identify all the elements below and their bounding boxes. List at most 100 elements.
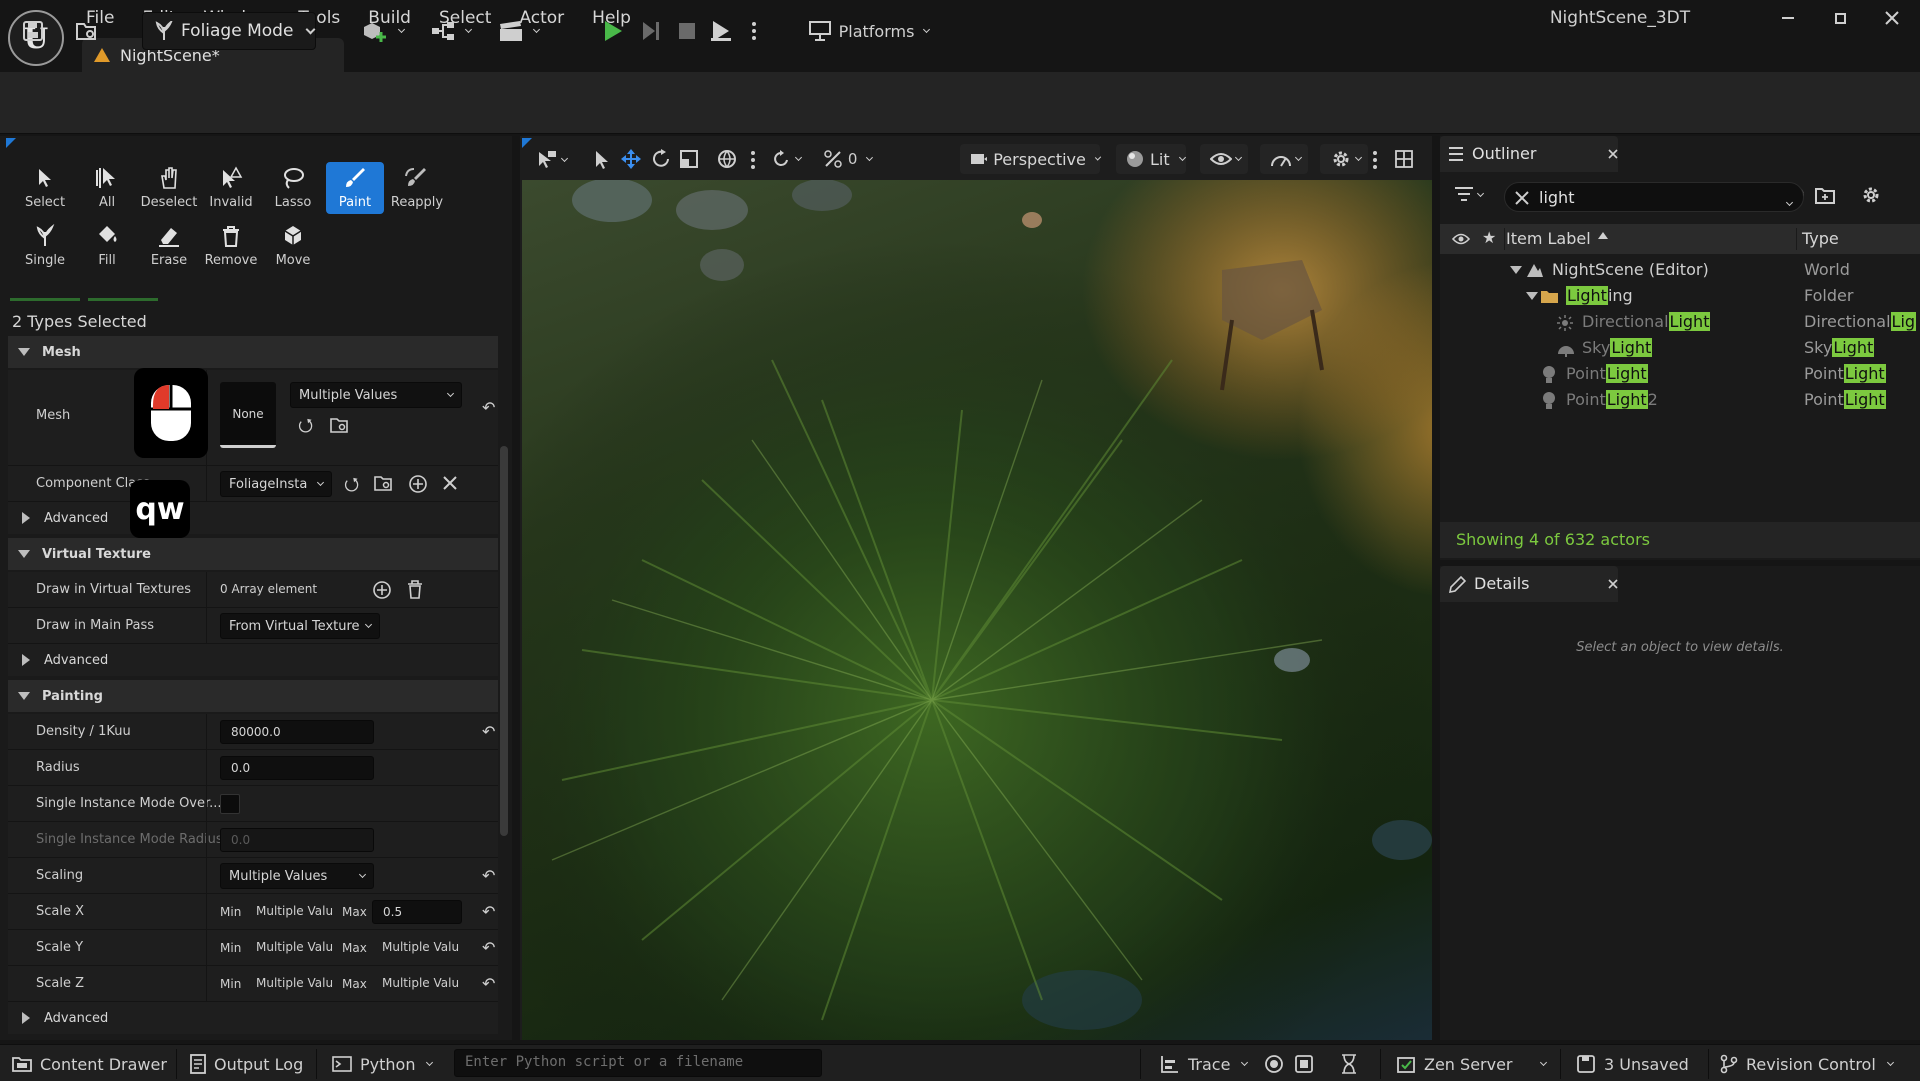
scale-mode-button[interactable] — [678, 148, 700, 170]
tree-row-sky-light[interactable]: SkyLight SkyLight — [1440, 336, 1920, 362]
section-virtual-texture[interactable]: Virtual Texture — [8, 538, 498, 570]
blueprints-button[interactable] — [426, 12, 474, 50]
section-vt-advanced[interactable]: Advanced — [8, 644, 498, 676]
stop-button[interactable] — [670, 12, 704, 50]
scale-z-min-value[interactable]: Multiple Valu — [256, 976, 333, 990]
minimize-button[interactable] — [1768, 4, 1808, 32]
zen-server-button[interactable]: Zen Server — [1396, 1051, 1547, 1077]
reset-arrow-icon[interactable]: ↶ — [482, 868, 498, 884]
tool-move[interactable]: Move — [264, 220, 322, 272]
pin-column-icon[interactable]: ★ — [1482, 228, 1496, 247]
tree-row-nightscene[interactable]: NightScene (Editor) World — [1440, 258, 1920, 284]
view-mode-lit-button[interactable]: Lit — [1116, 144, 1186, 174]
mesh-combo[interactable]: Multiple Values — [290, 382, 462, 408]
rotate-mode-button[interactable] — [650, 148, 672, 170]
tool-deselect[interactable]: Deselect — [140, 162, 198, 214]
live-coding-button[interactable] — [1264, 1051, 1284, 1077]
cinematics-button[interactable] — [494, 12, 542, 50]
restore-button[interactable] — [1820, 4, 1860, 32]
tool-select[interactable]: Select — [16, 162, 74, 214]
camera-speed-button[interactable]: 0 — [822, 148, 874, 170]
output-log-button[interactable]: Output Log — [190, 1051, 303, 1077]
tool-fill[interactable]: Fill — [78, 220, 136, 272]
section-painting-advanced[interactable]: Advanced — [8, 1002, 498, 1034]
unsaved-assets-button[interactable]: 3 Unsaved — [1576, 1051, 1689, 1077]
add-actor-button[interactable] — [358, 12, 406, 50]
viewport-settings-button[interactable] — [1320, 144, 1368, 174]
scale-x-min-value[interactable]: Multiple Valu — [256, 904, 333, 918]
collapse-arrow-icon[interactable] — [1510, 266, 1522, 274]
tool-remove[interactable]: Remove — [202, 220, 260, 272]
tool-single[interactable]: Single — [16, 220, 74, 272]
component-class-combo[interactable]: FoliageInsta — [220, 471, 332, 497]
platforms-button[interactable]: Platforms — [800, 12, 936, 50]
more-options-button[interactable] — [750, 150, 756, 170]
browse-class-button[interactable] — [374, 474, 394, 492]
step-button[interactable] — [634, 12, 668, 50]
timer-button[interactable] — [1340, 1051, 1358, 1077]
content-drawer-button[interactable]: Content Drawer — [12, 1051, 167, 1077]
close-icon[interactable] — [1608, 149, 1618, 159]
collapse-arrow-icon[interactable] — [1526, 292, 1538, 300]
derived-data-button[interactable] — [1294, 1051, 1314, 1077]
use-selected-class-button[interactable]: ⭯ — [344, 472, 359, 502]
viewport-options-button[interactable] — [536, 146, 576, 174]
tree-row-point-light-2[interactable]: PointLight2 PointLight — [1440, 388, 1920, 414]
eject-button[interactable] — [704, 12, 738, 50]
details-tab[interactable]: Details — [1440, 566, 1618, 602]
remove-array-elements-button[interactable] — [406, 579, 424, 599]
perspective-view-button[interactable]: Perspective — [960, 144, 1102, 174]
tool-reapply[interactable]: Reapply — [388, 162, 446, 214]
column-type[interactable]: Type — [1802, 229, 1839, 248]
browse-level-button[interactable] — [72, 12, 102, 50]
python-console-selector[interactable]: Python — [332, 1051, 434, 1077]
reset-arrow-icon[interactable]: ↶ — [482, 904, 498, 920]
translate-mode-button[interactable] — [620, 148, 642, 170]
tool-lasso[interactable]: Lasso — [264, 162, 322, 214]
add-folder-button[interactable] — [1814, 184, 1836, 206]
viewport-more-button[interactable] — [1372, 150, 1378, 170]
section-painting[interactable]: Painting — [8, 680, 498, 712]
coordinate-space-button[interactable] — [716, 148, 738, 170]
reset-arrow-icon[interactable]: ↶ — [482, 976, 498, 992]
mesh-thumbnail[interactable]: None — [220, 382, 276, 448]
radius-input[interactable]: 0.0 — [220, 756, 374, 780]
tool-select-all[interactable]: All — [78, 162, 136, 214]
save-button[interactable] — [18, 12, 48, 50]
tool-invalid[interactable]: Invalid — [202, 162, 260, 214]
tree-row-point-light[interactable]: PointLight PointLight — [1440, 362, 1920, 388]
performance-scalability-button[interactable] — [1260, 144, 1308, 174]
mode-selector[interactable]: Foliage Mode — [142, 12, 316, 50]
search-options-icon[interactable] — [1783, 193, 1794, 209]
reset-arrow-icon[interactable]: ↶ — [482, 940, 498, 956]
draw-main-pass-combo[interactable]: From Virtual Texture — [220, 613, 380, 639]
python-command-input[interactable]: Enter Python script or a filename — [454, 1049, 822, 1077]
section-mesh[interactable]: Mesh — [8, 336, 498, 368]
outliner-tab[interactable]: Outliner — [1440, 136, 1618, 172]
reset-arrow-icon[interactable]: ↶ — [482, 400, 498, 416]
close-window-button[interactable] — [1872, 4, 1912, 32]
clear-class-button[interactable] — [442, 475, 458, 491]
outliner-settings-button[interactable] — [1860, 184, 1882, 206]
add-array-element-button[interactable] — [372, 580, 392, 600]
close-icon[interactable] — [1608, 579, 1618, 589]
viewport-layout-button[interactable] — [1394, 149, 1414, 169]
column-item-label[interactable]: Item Label — [1506, 229, 1591, 248]
filter-button[interactable] — [1454, 186, 1485, 204]
scale-x-max-input[interactable]: 0.5 — [372, 900, 462, 924]
scale-y-min-value[interactable]: Multiple Valu — [256, 940, 333, 954]
panel-scrollbar[interactable] — [500, 446, 508, 836]
scene-render[interactable] — [522, 180, 1432, 1040]
surface-snapping-button[interactable] — [770, 148, 810, 170]
show-flags-button[interactable] — [1200, 144, 1248, 174]
density-input[interactable]: 80000.0 — [220, 720, 374, 744]
section-mesh-advanced[interactable]: Advanced — [8, 502, 498, 534]
select-mode-button[interactable] — [592, 149, 612, 171]
play-options-button[interactable] — [744, 12, 764, 50]
revision-control-button[interactable]: Revision Control — [1720, 1051, 1894, 1077]
tool-paint[interactable]: Paint — [326, 162, 384, 214]
clear-search-icon[interactable] — [1515, 191, 1529, 205]
eye-icon[interactable] — [1452, 232, 1470, 246]
outliner-search-input[interactable]: light — [1504, 182, 1804, 212]
tree-row-directional-light[interactable]: DirectionalLight DirectionalLig — [1440, 310, 1920, 336]
